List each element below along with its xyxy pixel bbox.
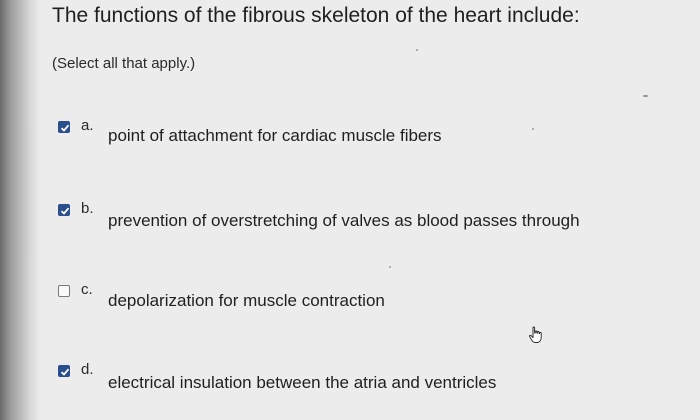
option-text: point of attachment for cardiac muscle f… [108, 126, 442, 145]
screen-speck [532, 128, 534, 130]
question-title: The functions of the fibrous skeleton of… [52, 4, 580, 27]
checkbox-a-checked[interactable] [58, 121, 70, 133]
answer-option-a[interactable]: a. point of attachment for cardiac muscl… [58, 117, 658, 158]
answer-option-c[interactable]: c. depolarization for muscle contraction [58, 281, 658, 322]
option-text: electrical insulation between the atria … [108, 373, 497, 392]
option-letter: c. [81, 281, 93, 298]
answer-option-d[interactable]: d. electrical insulation between the atr… [58, 361, 658, 402]
checkmark-icon [60, 207, 70, 215]
hand-pointer-icon [529, 326, 542, 343]
screen-speck [643, 95, 648, 97]
option-letter: a. [81, 117, 94, 134]
screen-speck [389, 266, 391, 268]
option-text: depolarization for muscle contraction [108, 291, 385, 310]
checkbox-b-checked[interactable] [58, 204, 70, 216]
option-letter: b. [81, 200, 94, 217]
option-letter: d. [81, 361, 94, 378]
screen-edge-shadow [0, 0, 40, 420]
checkmark-icon [60, 124, 70, 132]
select-all-instruction: (Select all that apply.) [52, 55, 196, 72]
checkbox-c-unchecked[interactable] [58, 285, 70, 297]
screen-speck [416, 49, 418, 51]
answer-option-b[interactable]: b. prevention of overstretching of valve… [58, 200, 658, 241]
checkbox-d-checked[interactable] [58, 365, 70, 377]
checkmark-icon [60, 368, 70, 376]
option-text: prevention of overstretching of valves a… [108, 211, 580, 230]
